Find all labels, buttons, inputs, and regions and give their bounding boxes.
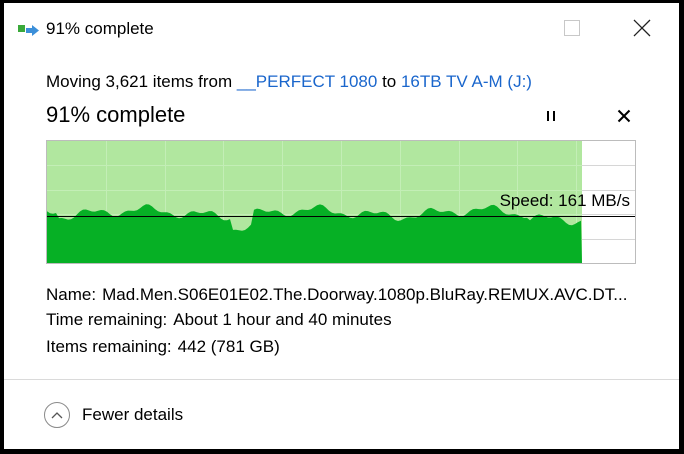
maximize-icon bbox=[564, 20, 580, 36]
graph-speed-area bbox=[47, 204, 582, 263]
detail-name-value: Mad.Men.S06E01E02.The.Doorway.1080p.BluR… bbox=[102, 285, 628, 304]
fewer-details-toggle[interactable]: Fewer details bbox=[44, 400, 183, 430]
moving-prefix: Moving 3,621 items from bbox=[46, 72, 237, 91]
detail-items-value: 442 (781 GB) bbox=[177, 337, 280, 356]
percent-complete-heading: 91% complete bbox=[46, 102, 186, 127]
detail-time-label: Time remaining: bbox=[46, 310, 168, 329]
detail-name-label: Name: bbox=[46, 285, 97, 304]
detail-time-row: Time remaining: About 1 hour and 40 minut… bbox=[46, 309, 392, 331]
moving-summary: Moving 3,621 items from __PERFECT 1080 t… bbox=[46, 71, 532, 93]
destination-link[interactable]: 16TB TV A-M (J:) bbox=[401, 72, 532, 91]
detail-name-row: Name: Mad.Men.S06E01E02.The.Doorway.1080p… bbox=[46, 284, 627, 306]
pause-icon bbox=[547, 111, 555, 121]
source-link[interactable]: __PERFECT 1080 bbox=[237, 72, 377, 91]
window-title: 91% complete bbox=[46, 19, 154, 38]
speed-readout: Speed: 161 MB/s bbox=[499, 191, 630, 210]
cancel-icon bbox=[617, 109, 631, 123]
detail-items-label: Items remaining: bbox=[46, 337, 172, 356]
transfer-speed-graph: Speed: 161 MB/s bbox=[46, 140, 636, 264]
maximize-button[interactable] bbox=[542, 3, 602, 53]
pause-button[interactable] bbox=[537, 103, 565, 129]
to-word: to bbox=[377, 72, 401, 91]
fewer-details-label: Fewer details bbox=[82, 405, 184, 424]
close-icon bbox=[633, 19, 651, 37]
chevron-up-icon bbox=[44, 402, 70, 428]
window-close-button[interactable] bbox=[612, 3, 672, 53]
minimize-icon bbox=[508, 27, 520, 28]
footer-divider bbox=[4, 379, 679, 380]
cancel-button[interactable] bbox=[610, 103, 638, 129]
detail-items-row: Items remaining: 442 (781 GB) bbox=[46, 336, 280, 358]
file-operation-dialog: 91% complete Moving 3,621 items from __P… bbox=[4, 3, 679, 449]
title-bar: 91% complete bbox=[4, 3, 679, 53]
detail-time-value: About 1 hour and 40 minutes bbox=[173, 310, 392, 329]
file-move-icon bbox=[18, 24, 40, 38]
minimize-button[interactable] bbox=[484, 3, 544, 53]
